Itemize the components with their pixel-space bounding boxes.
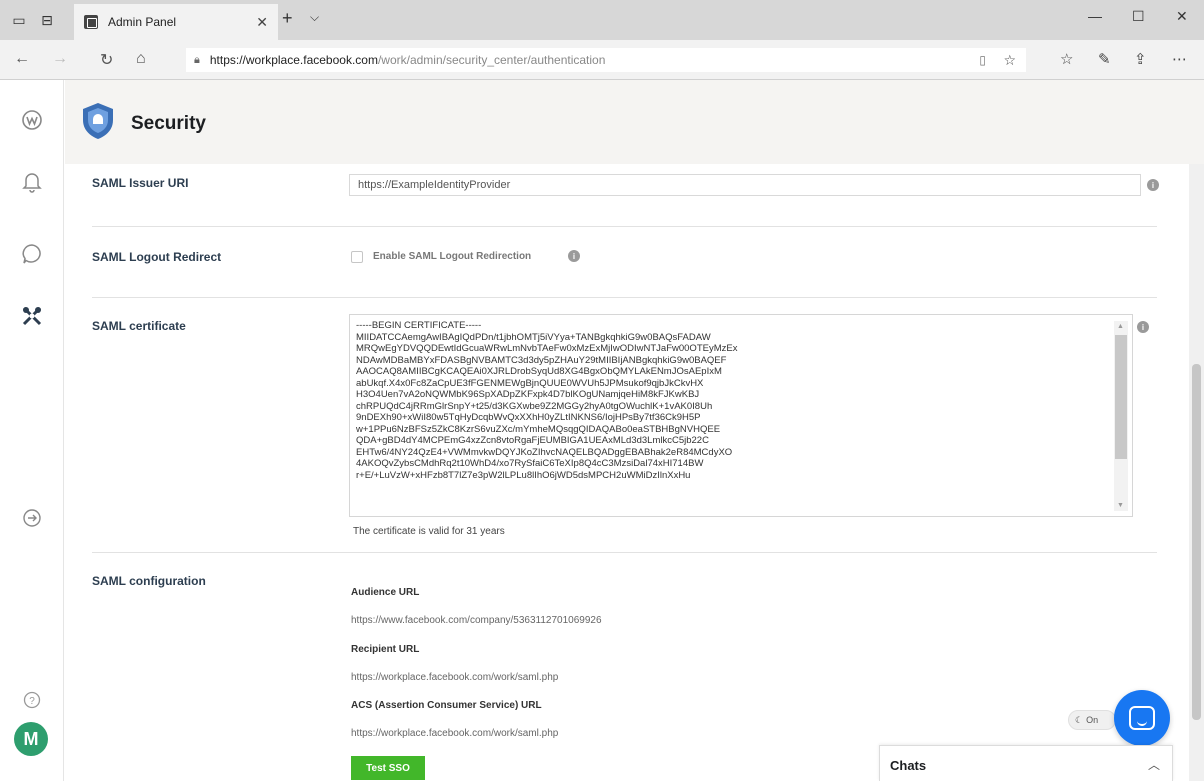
- favorites-bar-icon[interactable]: ☆: [1060, 50, 1073, 68]
- issuer-uri-input[interactable]: https://ExampleIdentityProvider: [349, 174, 1141, 196]
- audience-url-label: Audience URL: [351, 587, 420, 598]
- do-not-disturb-toggle[interactable]: ☾ On: [1068, 710, 1116, 730]
- divider: [92, 226, 1157, 227]
- scrollbar-thumb[interactable]: [1115, 335, 1127, 459]
- forward-arrow-icon[interactable]: →: [52, 50, 68, 68]
- back-arrow-icon[interactable]: ←: [14, 50, 30, 68]
- admin-tools-icon[interactable]: [18, 302, 46, 330]
- user-avatar[interactable]: M: [14, 722, 48, 756]
- do-not-disturb-label: On: [1086, 715, 1099, 725]
- page-header: Security: [65, 80, 1204, 164]
- url-field[interactable]: 🔒︎ https://workplace.facebook.com /work/…: [186, 48, 1026, 72]
- favorite-star-icon[interactable]: ☆: [1003, 52, 1016, 69]
- recipient-url-label: Recipient URL: [351, 644, 420, 655]
- workplace-logo-icon[interactable]: [18, 106, 46, 134]
- tab-close-icon[interactable]: ✕: [256, 14, 268, 31]
- more-icon[interactable]: ⋯: [1172, 50, 1187, 68]
- divider: [92, 552, 1157, 553]
- acs-url-value: https://workplace.facebook.com/work/saml…: [351, 728, 559, 739]
- chats-panel-bar[interactable]: Chats ︿: [879, 745, 1173, 781]
- new-tab-button[interactable]: +: [282, 8, 293, 29]
- url-path: /work/admin/security_center/authenticati…: [377, 53, 606, 67]
- page-scrollbar-thumb[interactable]: [1192, 364, 1201, 720]
- lock-icon: 🔒︎: [194, 53, 200, 66]
- browser-tab[interactable]: Admin Panel ✕: [74, 4, 278, 40]
- moon-icon: ☾: [1075, 714, 1084, 725]
- certificate-validity-note: The certificate is valid for 31 years: [353, 526, 505, 537]
- close-window-icon[interactable]: ✕: [1176, 8, 1188, 25]
- logout-redirect-label: SAML Logout Redirect: [92, 250, 222, 264]
- url-host: https://workplace.facebook.com: [209, 53, 378, 67]
- saml-configuration-label: SAML configuration: [92, 574, 206, 588]
- maximize-icon[interactable]: ☐: [1132, 8, 1145, 25]
- tab-actions-icon[interactable]: ▭: [6, 7, 32, 33]
- help-icon[interactable]: ?: [18, 686, 46, 714]
- workplace-left-rail: ? M: [0, 80, 64, 781]
- pen-icon[interactable]: ✎: [1098, 50, 1111, 68]
- share-icon[interactable]: ⇪: [1134, 50, 1147, 68]
- page-scrollbar[interactable]: [1189, 164, 1204, 781]
- tab-menu-chevron-icon[interactable]: ⌵: [310, 10, 319, 25]
- chat-bubble-icon[interactable]: [18, 240, 46, 268]
- svg-text:?: ?: [29, 696, 35, 707]
- chat-launcher-button[interactable]: [1114, 690, 1170, 746]
- logout-arrow-icon[interactable]: [18, 504, 46, 532]
- tabs-aside-icon[interactable]: ⊟: [34, 7, 60, 33]
- logout-redirect-checkbox-label[interactable]: Enable SAML Logout Redirection: [373, 251, 531, 262]
- divider: [92, 297, 1157, 298]
- logout-info-icon[interactable]: i: [568, 250, 580, 262]
- certificate-info-icon[interactable]: i: [1137, 321, 1149, 333]
- certificate-scrollbar[interactable]: ▲ ▼: [1114, 321, 1128, 511]
- tab-title: Admin Panel: [108, 15, 177, 29]
- scroll-down-arrow-icon[interactable]: ▼: [1117, 502, 1124, 509]
- certificate-text: -----BEGIN CERTIFICATE----- MIIDATCCAemg…: [356, 320, 738, 481]
- browser-title-bar: ▭ ⊟ Admin Panel ✕ + ⌵ — ☐ ✕: [0, 0, 1204, 40]
- home-icon[interactable]: ⌂: [136, 50, 146, 68]
- chat-launcher-icon: [1129, 706, 1155, 730]
- admin-panel-favicon-icon: [84, 15, 98, 29]
- issuer-info-icon[interactable]: i: [1147, 179, 1159, 191]
- address-bar-row: ← → ↻ ⌂ 🔒︎ https://workplace.facebook.co…: [0, 40, 1204, 80]
- audience-url-value: https://www.facebook.com/company/5363112…: [351, 615, 602, 626]
- security-shield-icon: [83, 103, 113, 139]
- certificate-label: SAML certificate: [92, 319, 186, 333]
- certificate-textarea[interactable]: -----BEGIN CERTIFICATE----- MIIDATCCAemg…: [349, 314, 1133, 517]
- issuer-uri-label: SAML Issuer URI: [92, 176, 189, 190]
- page-title: Security: [131, 113, 206, 134]
- acs-url-label: ACS (Assertion Consumer Service) URL: [351, 700, 542, 711]
- scroll-up-arrow-icon[interactable]: ▲: [1117, 323, 1124, 330]
- recipient-url-value: https://workplace.facebook.com/work/saml…: [351, 672, 559, 683]
- refresh-icon[interactable]: ↻: [100, 50, 113, 70]
- chats-title: Chats: [890, 758, 927, 773]
- test-sso-button[interactable]: Test SSO: [351, 756, 425, 780]
- logout-redirect-checkbox[interactable]: [351, 251, 363, 263]
- notifications-bell-icon[interactable]: [18, 168, 46, 196]
- minimize-icon[interactable]: —: [1088, 8, 1102, 24]
- reading-view-icon[interactable]: ▯: [979, 53, 986, 67]
- chevron-up-icon[interactable]: ︿: [1148, 756, 1160, 773]
- security-settings-form: SAML Issuer URI https://ExampleIdentityP…: [65, 164, 1189, 781]
